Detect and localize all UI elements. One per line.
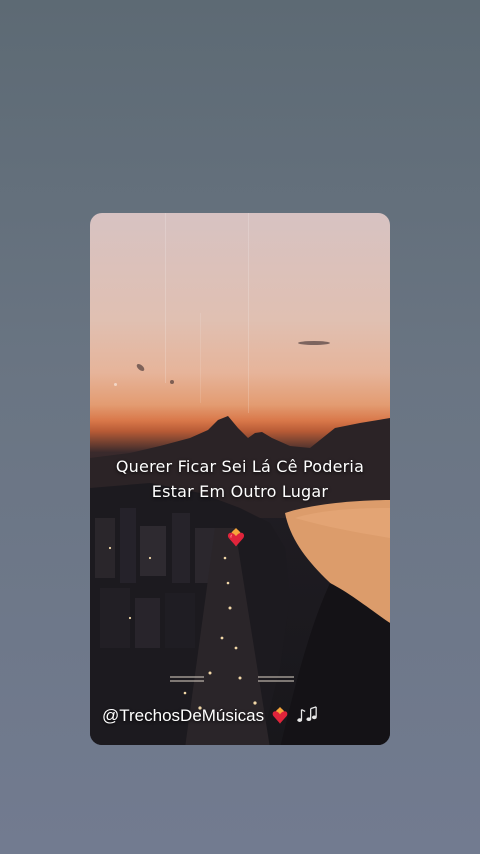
film-scratch xyxy=(165,213,166,383)
creator-handle-row: @TrechosDeMúsicas xyxy=(102,706,318,726)
film-scratch xyxy=(200,313,201,403)
film-scratch xyxy=(248,213,249,413)
lyrics-caption: Querer Ficar Sei Lá Cê Poderia Estar Em … xyxy=(90,454,390,504)
lyrics-line-2: Estar Em Outro Lugar xyxy=(151,482,329,501)
lyrics-line-1: Querer Ficar Sei Lá Cê Poderia xyxy=(115,457,365,476)
story-card[interactable]: Querer Ficar Sei Lá Cê Poderia Estar Em … xyxy=(90,213,390,745)
creator-handle[interactable]: @TrechosDeMúsicas xyxy=(102,706,264,726)
heart-on-fire-icon xyxy=(227,527,245,547)
heart-on-fire-icon xyxy=(272,706,288,724)
musical-notes-icon xyxy=(297,706,317,722)
dust-spot xyxy=(170,380,174,384)
dust-spot xyxy=(298,341,330,345)
dust-spot xyxy=(114,383,117,386)
dust-spot xyxy=(135,362,146,373)
